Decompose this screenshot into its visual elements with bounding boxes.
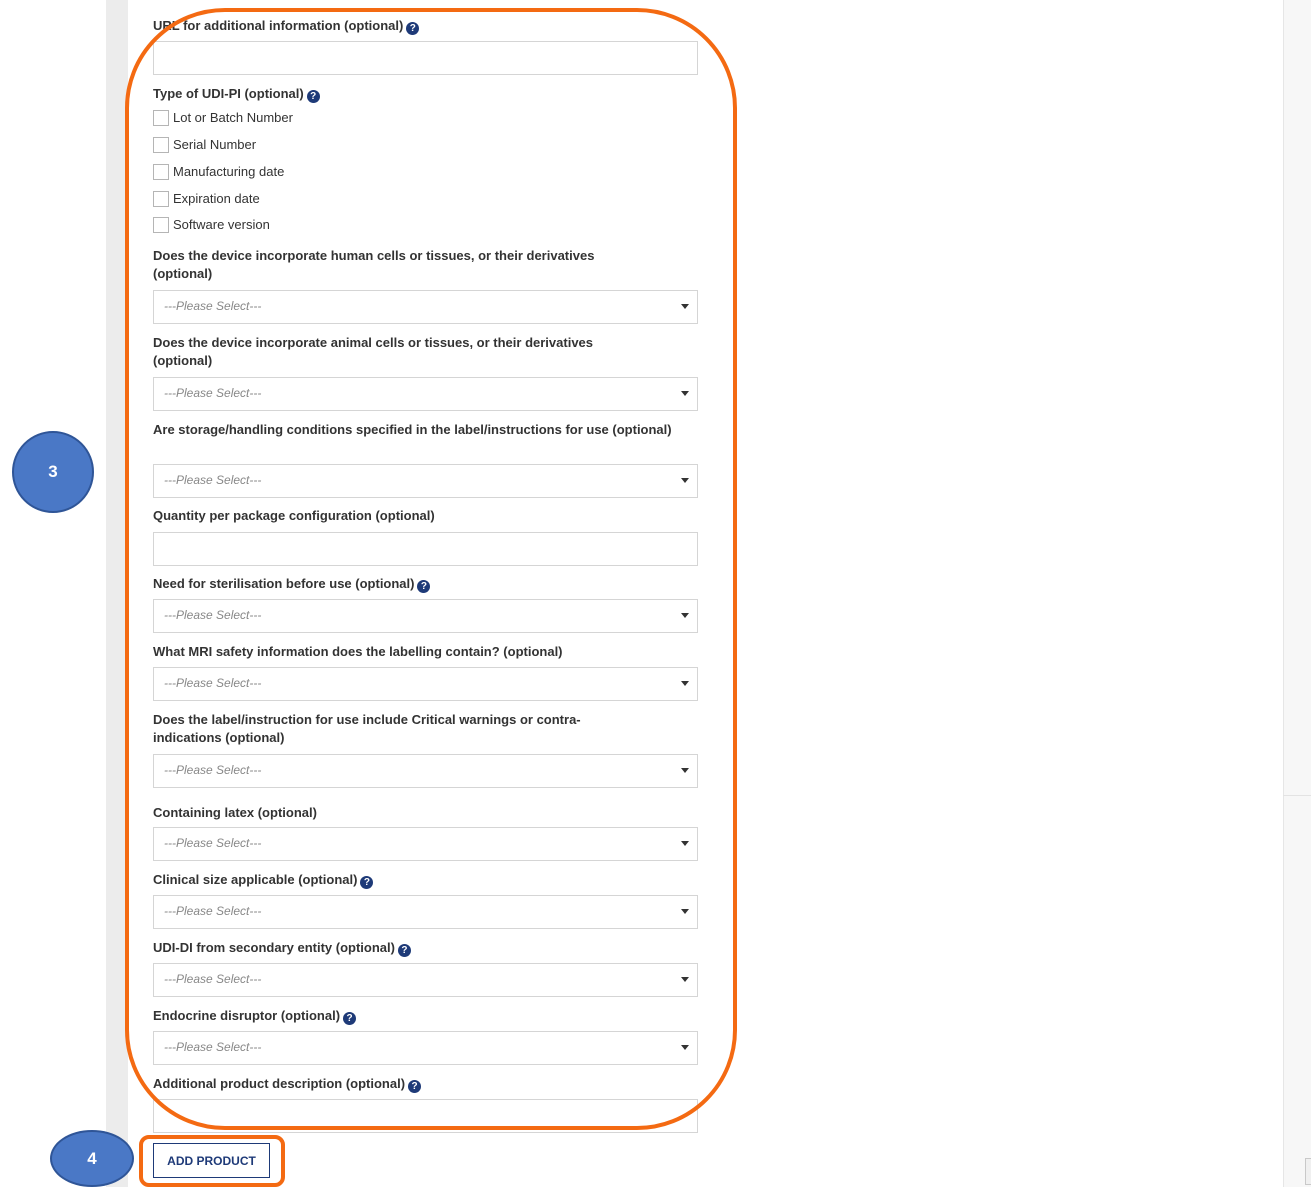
right-panel-border <box>1283 0 1311 1187</box>
animal-cells-label: Does the device incorporate animal cells… <box>153 335 594 368</box>
human-cells-label: Does the device incorporate human cells … <box>153 248 595 281</box>
select-value: ---Please Select--- <box>164 1040 262 1054</box>
select-value: ---Please Select--- <box>164 386 262 400</box>
human-cells-select[interactable]: ---Please Select--- <box>153 290 698 324</box>
checkbox[interactable] <box>153 137 169 153</box>
checkbox[interactable] <box>153 191 169 207</box>
animal-cells-select[interactable]: ---Please Select--- <box>153 377 698 411</box>
checkbox-label: Software version <box>173 217 270 232</box>
caret-down-icon <box>681 768 689 773</box>
latex-label: Containing latex (optional) <box>153 805 317 820</box>
quantity-label: Quantity per package configuration (opti… <box>153 508 435 523</box>
checkbox-label: Manufacturing date <box>173 164 285 179</box>
storage-label: Are storage/handling conditions specifie… <box>153 422 672 437</box>
caret-down-icon <box>681 391 689 396</box>
caret-down-icon <box>681 977 689 982</box>
warnings-select[interactable]: ---Please Select--- <box>153 754 698 788</box>
help-icon[interactable]: ? <box>408 1080 422 1093</box>
caret-down-icon <box>681 681 689 686</box>
select-value: ---Please Select--- <box>164 904 262 918</box>
additional-desc-label: Additional product description (optional… <box>153 1075 698 1093</box>
quantity-input[interactable] <box>153 532 698 566</box>
caret-down-icon <box>681 1045 689 1050</box>
secondary-entity-label: UDI-DI from secondary entity (optional)? <box>153 939 698 957</box>
left-panel-border <box>106 0 128 1187</box>
url-label: URL for additional information (optional… <box>153 17 698 35</box>
caret-down-icon <box>681 478 689 483</box>
udi-pi-label: Type of UDI-PI (optional)? <box>153 85 698 103</box>
caret-down-icon <box>681 841 689 846</box>
mri-label: What MRI safety information does the lab… <box>153 644 563 659</box>
select-value: ---Please Select--- <box>164 836 262 850</box>
latex-select[interactable]: ---Please Select--- <box>153 827 698 861</box>
caret-down-icon <box>681 613 689 618</box>
help-icon[interactable]: ? <box>306 90 320 103</box>
sterilisation-select[interactable]: ---Please Select--- <box>153 599 698 633</box>
scroll-corner <box>1305 1158 1311 1185</box>
mri-select[interactable]: ---Please Select--- <box>153 667 698 701</box>
help-icon[interactable]: ? <box>397 944 411 957</box>
endocrine-select[interactable]: ---Please Select--- <box>153 1031 698 1065</box>
clinical-size-select[interactable]: ---Please Select--- <box>153 895 698 929</box>
checkbox-label: Serial Number <box>173 137 257 152</box>
select-value: ---Please Select--- <box>164 299 262 313</box>
sterilisation-label: Need for sterilisation before use (optio… <box>153 575 698 593</box>
select-value: ---Please Select--- <box>164 676 262 690</box>
additional-desc-input[interactable] <box>153 1099 698 1133</box>
right-panel-mark <box>1283 795 1311 796</box>
help-icon[interactable]: ? <box>343 1012 357 1025</box>
right-panel-divider <box>1283 0 1284 1187</box>
select-value: ---Please Select--- <box>164 763 262 777</box>
secondary-entity-select[interactable]: ---Please Select--- <box>153 963 698 997</box>
help-icon[interactable]: ? <box>406 22 420 35</box>
select-value: ---Please Select--- <box>164 972 262 986</box>
step-4-badge: 4 <box>50 1130 134 1187</box>
url-input[interactable] <box>153 41 698 75</box>
caret-down-icon <box>681 304 689 309</box>
step-3-badge: 3 <box>12 431 94 513</box>
clinical-size-label: Clinical size applicable (optional)? <box>153 871 698 889</box>
storage-select[interactable]: ---Please Select--- <box>153 464 698 498</box>
select-value: ---Please Select--- <box>164 473 262 487</box>
endocrine-label: Endocrine disruptor (optional)? <box>153 1007 698 1025</box>
checkbox-label: Lot or Batch Number <box>173 110 293 125</box>
add-product-button[interactable]: ADD PRODUCT <box>153 1143 270 1178</box>
help-icon[interactable]: ? <box>417 580 431 593</box>
warnings-label: Does the label/instruction for use inclu… <box>153 712 581 745</box>
caret-down-icon <box>681 909 689 914</box>
checkbox[interactable] <box>153 110 169 126</box>
help-icon[interactable]: ? <box>360 876 374 889</box>
checkbox-label: Expiration date <box>173 191 260 206</box>
select-value: ---Please Select--- <box>164 608 262 622</box>
checkbox[interactable] <box>153 164 169 180</box>
checkbox[interactable] <box>153 217 169 233</box>
